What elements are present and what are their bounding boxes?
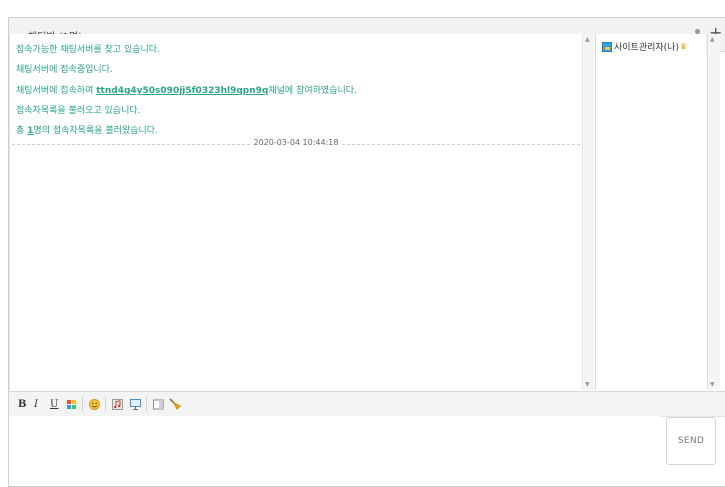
scroll-down-icon[interactable]: ▼	[710, 381, 715, 388]
chat-scrollbar[interactable]: ▲ ▼	[582, 34, 596, 390]
user-list: 사이트관리자(나) ♛	[596, 34, 706, 390]
emoticon-icon[interactable]	[88, 397, 100, 411]
message-text: 명의 접속자목록을 불러왔습니다.	[33, 126, 158, 136]
message-text: 접속가능한 채팅서버를 찾고 있습니다.	[16, 45, 160, 55]
toolbar-divider	[105, 397, 106, 411]
system-message: 접속가능한 채팅서버를 찾고 있습니다.	[16, 42, 160, 55]
message-text: 접속자목록을 불러오고 있습니다.	[16, 106, 141, 116]
user-list-item[interactable]: 사이트관리자(나) ♛	[602, 40, 687, 53]
user-name: 사이트관리자(나)	[614, 43, 679, 53]
message-text: 채팅서버에 접속하여	[16, 86, 97, 96]
message-text: 채널에 참여하였습니다.	[268, 86, 357, 96]
system-message: 총 1명의 접속자목록을 불러왔습니다.	[16, 123, 158, 136]
date-separator: 2020-03-04 10:44:18	[10, 138, 582, 150]
scroll-up-icon[interactable]: ▲	[585, 36, 590, 43]
system-message: 접속자목록을 불러오고 있습니다.	[16, 103, 141, 116]
scroll-up-icon[interactable]: ▲	[710, 36, 715, 43]
channel-link[interactable]: ttnd4g4y50s090jj5f0323hl9qpn9q	[96, 86, 268, 96]
chat-messages: 접속가능한 채팅서버를 찾고 있습니다. 채팅서버에 접속중입니다. 채팅서버에…	[9, 34, 582, 390]
message-text: 총	[16, 126, 28, 136]
message-text: 채팅서버에 접속중입니다.	[16, 65, 113, 75]
italic-button[interactable]: I	[34, 397, 38, 411]
format-toolbar: B I U	[9, 391, 725, 417]
system-message: 채팅서버에 접속중입니다.	[16, 62, 113, 75]
scroll-down-icon[interactable]: ▼	[585, 381, 590, 388]
underline-button[interactable]: U	[50, 397, 58, 411]
color-palette-icon[interactable]	[66, 397, 76, 411]
user-list-scrollbar[interactable]: ▲ ▼	[707, 34, 720, 390]
system-message: 채팅서버에 접속하여 ttnd4g4y50s090jj5f0323hl9qpn9…	[16, 83, 357, 96]
date-separator-text: 2020-03-04 10:44:18	[249, 138, 343, 147]
send-button[interactable]: SEND	[666, 417, 716, 465]
toolbar-divider	[82, 397, 83, 411]
box-icon[interactable]	[152, 397, 164, 411]
bold-button[interactable]: B	[18, 397, 26, 411]
admin-icon	[602, 41, 612, 52]
presentation-icon[interactable]	[129, 397, 141, 411]
broom-icon[interactable]	[169, 397, 181, 411]
music-icon[interactable]	[111, 397, 123, 411]
crown-icon: ♛	[679, 42, 688, 51]
toolbar-divider	[146, 397, 147, 411]
message-input[interactable]	[9, 416, 661, 470]
